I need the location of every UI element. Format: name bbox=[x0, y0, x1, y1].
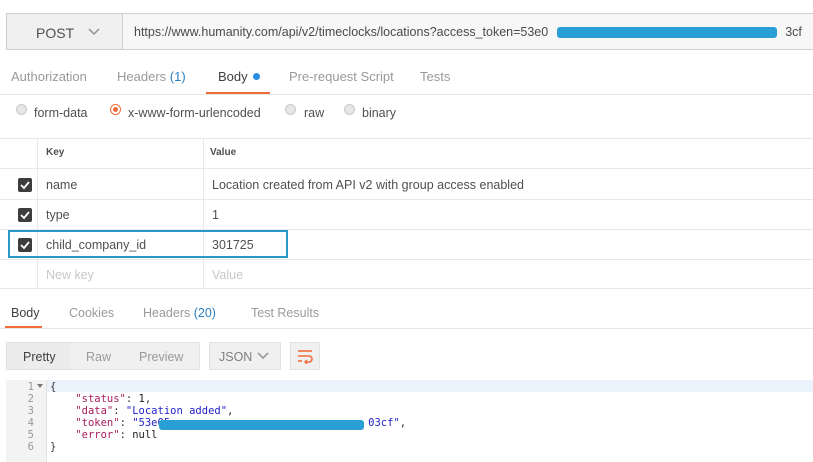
response-tab-cookies[interactable]: Cookies bbox=[69, 306, 114, 320]
request-url-bar: POST https://www.humanity.com/api/v2/tim… bbox=[0, 13, 813, 52]
url-text: https://www.humanity.com/api/v2/timecloc… bbox=[134, 25, 549, 39]
row-checkbox[interactable] bbox=[18, 178, 32, 192]
tab-body[interactable]: Body bbox=[218, 69, 260, 84]
radio-label-form-data: form-data bbox=[34, 106, 88, 120]
param-key[interactable]: type bbox=[46, 208, 70, 222]
column-header-value: Value bbox=[210, 147, 237, 158]
modified-dot-icon bbox=[252, 73, 260, 81]
params-table: Key Value name Location created from API… bbox=[0, 138, 813, 289]
radio-raw[interactable] bbox=[285, 104, 296, 115]
response-code-editor[interactable]: 1 2 3 4 5 6 { "status": 1, "data": "Loca… bbox=[6, 380, 813, 462]
headers-count: (1) bbox=[169, 69, 186, 84]
tab-tests[interactable]: Tests bbox=[420, 69, 450, 84]
divider bbox=[0, 94, 813, 95]
method-label: POST bbox=[36, 25, 75, 41]
code-line: "error": null bbox=[75, 429, 158, 441]
redaction-mark bbox=[159, 420, 364, 430]
radio-label-urlencoded: x-www-form-urlencoded bbox=[128, 106, 261, 120]
format-button-group: Pretty Raw Preview bbox=[6, 342, 200, 370]
wrap-icon bbox=[296, 348, 314, 367]
radio-binary[interactable] bbox=[344, 104, 355, 115]
line-number: 2 bbox=[27, 393, 34, 405]
column-header-key: Key bbox=[46, 147, 65, 158]
language-select[interactable]: JSON bbox=[209, 342, 281, 370]
param-value[interactable]: 1 bbox=[212, 208, 219, 222]
response-tab-headers[interactable]: Headers (20) bbox=[143, 306, 216, 320]
method-dropdown[interactable]: POST bbox=[6, 13, 122, 50]
new-key-input[interactable]: New key bbox=[46, 268, 94, 282]
radio-form-data[interactable] bbox=[16, 104, 27, 115]
response-tab-test-results[interactable]: Test Results bbox=[251, 306, 319, 320]
divider bbox=[0, 328, 813, 329]
fold-arrow-icon[interactable] bbox=[36, 381, 44, 394]
radio-x-www-form-urlencoded[interactable] bbox=[110, 104, 121, 115]
line-number: 5 bbox=[27, 429, 34, 441]
response-headers-count: (20) bbox=[193, 306, 216, 320]
code-line: } bbox=[50, 441, 57, 453]
code-line: { bbox=[50, 381, 57, 393]
tab-headers[interactable]: Headers (1) bbox=[117, 69, 186, 84]
redaction-mark bbox=[557, 27, 777, 38]
radio-label-binary: binary bbox=[362, 106, 397, 120]
line-number: 6 bbox=[27, 441, 34, 453]
line-number: 4 bbox=[27, 417, 34, 429]
chevron-down-icon bbox=[87, 22, 101, 45]
param-value[interactable]: Location created from API v2 with group … bbox=[212, 178, 524, 192]
new-value-input[interactable]: Value bbox=[212, 268, 243, 282]
preview-button[interactable]: Preview bbox=[139, 350, 183, 364]
radio-label-raw: raw bbox=[304, 106, 325, 120]
tab-pre-request-script[interactable]: Pre-request Script bbox=[289, 69, 394, 84]
param-key[interactable]: name bbox=[46, 178, 77, 192]
code-line: "data": "Location added", bbox=[75, 405, 234, 417]
line-number: 3 bbox=[27, 405, 34, 417]
chevron-down-icon bbox=[256, 348, 270, 367]
response-tab-body[interactable]: Body bbox=[11, 306, 40, 320]
pretty-button[interactable]: Pretty bbox=[23, 350, 56, 364]
language-label: JSON bbox=[219, 350, 253, 364]
wrap-lines-button[interactable] bbox=[290, 342, 320, 370]
code-line: "status": 1, bbox=[75, 393, 152, 405]
row-highlight-box bbox=[8, 230, 288, 258]
line-number: 1 bbox=[27, 381, 34, 393]
tab-authorization[interactable]: Authorization bbox=[11, 69, 87, 84]
url-text-tail: 3cf bbox=[785, 25, 802, 39]
raw-button[interactable]: Raw bbox=[86, 350, 111, 364]
row-checkbox[interactable] bbox=[18, 208, 32, 222]
